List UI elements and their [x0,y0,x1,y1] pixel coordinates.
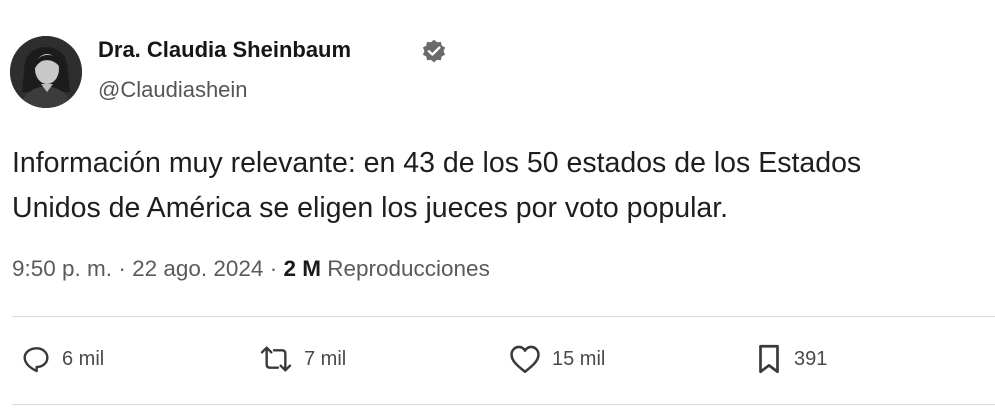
tweet-date[interactable]: 22 ago. 2024 [132,256,263,281]
views-label[interactable]: Reproducciones [327,256,490,281]
tweet-text-line: Unidos de América se eligen los jueces p… [12,192,729,224]
separator-dot: · [112,256,133,281]
heart-icon [508,343,542,375]
avatar-photo [10,36,82,108]
divider [12,404,995,405]
divider [12,316,995,317]
tweet-card: Dra. Claudia Sheinbaum @Claudiashein Inf… [0,0,995,413]
tweet-text: Información muy relevante: en 43 de los … [12,141,972,231]
views-count: 2 M [283,256,321,281]
repost-count: 7 mil [304,347,347,370]
bookmark-count: 391 [794,347,828,370]
speech-bubble-icon [20,343,52,375]
avatar[interactable] [10,36,82,108]
reply-count: 6 mil [62,347,105,370]
author-display-name[interactable]: Dra. Claudia Sheinbaum [98,36,351,64]
repost-button[interactable]: 7 mil [258,342,346,376]
tweet-metadata: 9:50 p. m. · 22 ago. 2024 · 2 M Reproduc… [12,253,490,285]
repost-arrows-icon [258,343,294,375]
verified-badge-icon [420,38,448,66]
separator-dot: · [263,256,284,281]
author-handle[interactable]: @Claudiashein [98,76,248,104]
bookmark-icon [754,342,784,376]
tweet-text-line: Información muy relevante: en 43 de los … [12,147,862,179]
like-count: 15 mil [552,347,606,370]
tweet-time[interactable]: 9:50 p. m. [12,256,112,281]
like-button[interactable]: 15 mil [508,342,605,376]
reply-button[interactable]: 6 mil [20,342,104,376]
bookmark-button[interactable]: 391 [754,342,827,376]
